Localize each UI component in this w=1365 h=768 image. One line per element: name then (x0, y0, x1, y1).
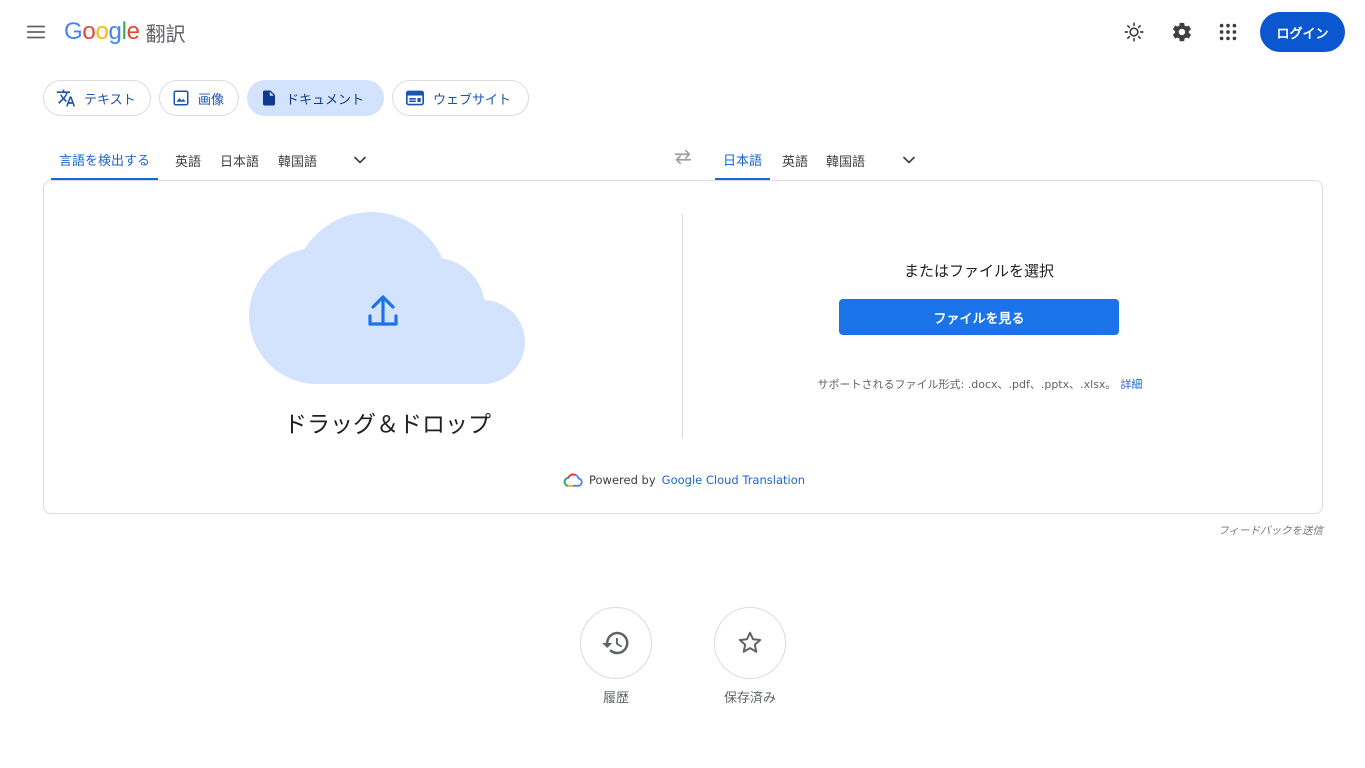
learn-more-link[interactable]: 詳細 (1120, 378, 1142, 391)
translate-icon (56, 89, 76, 107)
mode-tab-website[interactable]: ウェブサイト (392, 80, 529, 116)
target-lang-japanese[interactable]: 日本語 (715, 140, 771, 180)
mode-tab-text-label: テキスト (84, 92, 136, 108)
main-menu-button[interactable] (20, 16, 52, 48)
document-upload-card (43, 180, 1323, 514)
swap-languages-button[interactable] (664, 140, 702, 174)
browse-files-button[interactable]: ファイルを見る (839, 299, 1119, 335)
image-icon (173, 90, 189, 106)
mode-tab-image[interactable]: 画像 (159, 80, 239, 116)
chevron-down-icon (354, 156, 366, 164)
send-feedback-link[interactable]: フィードバックを送信 (1150, 523, 1323, 538)
product-name: 翻訳 (145, 21, 186, 46)
card-divider (682, 214, 683, 438)
saved-button[interactable] (714, 607, 786, 679)
powered-by: Powered by Google Cloud Translation (563, 471, 805, 489)
swap-arrows-icon (674, 149, 692, 165)
drop-zone[interactable] (247, 212, 529, 384)
mode-tab-text[interactable]: テキスト (43, 80, 151, 116)
history-label: 履歴 (602, 691, 629, 706)
choose-file-label: またはファイルを選択 (903, 262, 1054, 280)
target-more-languages-button[interactable] (892, 143, 926, 177)
google-translate-logo[interactable]: Google 翻訳 (64, 17, 186, 47)
mode-tab-document[interactable]: ドキュメント (247, 80, 384, 116)
star-icon (738, 631, 762, 653)
source-lang-detect[interactable]: 言語を検出する (51, 140, 159, 180)
source-lang-japanese[interactable]: 日本語 (212, 140, 267, 180)
source-lang-english[interactable]: 英語 (167, 140, 209, 180)
cloud-upload-icon (249, 212, 525, 384)
gear-icon (1172, 22, 1191, 42)
source-more-languages-button[interactable] (343, 143, 377, 177)
history-icon (602, 631, 629, 655)
website-icon (406, 90, 424, 106)
drag-drop-label: ドラッグ＆ドロップ (284, 412, 491, 438)
mode-tab-image-label: 画像 (198, 92, 225, 108)
google-cloud-icon (563, 473, 583, 487)
apps-button[interactable] (1210, 14, 1246, 50)
source-lang-korean[interactable]: 韓国語 (270, 140, 325, 180)
google-wordmark: Google (64, 18, 140, 45)
hamburger-menu-icon (26, 25, 46, 39)
target-lang-korean[interactable]: 韓国語 (818, 140, 873, 180)
sun-icon (1124, 22, 1144, 42)
saved-label: 保存済み (723, 691, 776, 706)
chevron-down-icon (903, 156, 915, 164)
apps-grid-icon (1219, 23, 1237, 41)
powered-by-label: Powered by (589, 473, 656, 487)
history-button[interactable] (580, 607, 652, 679)
mode-tab-website-label: ウェブサイト (433, 92, 512, 108)
supported-formats-text: サポートされるファイル形式: .docx、.pdf、.pptx、.xlsx。 詳細 (760, 376, 1200, 392)
cloud-translation-link[interactable]: Google Cloud Translation (662, 473, 805, 487)
target-lang-english[interactable]: 英語 (774, 140, 816, 180)
theme-toggle-button[interactable] (1116, 14, 1152, 50)
mode-tab-document-label: ドキュメント (286, 92, 365, 108)
document-icon (263, 90, 275, 106)
supported-formats-label: サポートされるファイル形式: .docx、.pdf、.pptx、.xlsx。 (817, 378, 1117, 391)
login-button[interactable]: ログイン (1260, 12, 1345, 52)
settings-button[interactable] (1164, 14, 1200, 50)
